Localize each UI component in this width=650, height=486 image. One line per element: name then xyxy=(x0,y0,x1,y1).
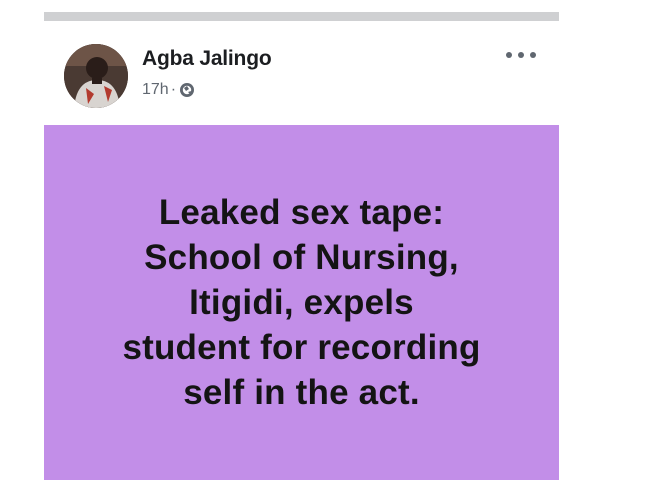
more-options-icon[interactable] xyxy=(506,47,536,63)
feed-divider xyxy=(44,12,559,21)
banner-line: Leaked sex tape: xyxy=(158,193,445,232)
banner-line: student for recording xyxy=(122,328,481,367)
post-meta: 17h · xyxy=(142,81,195,99)
screen: Agba Jalingo 17h · Leaked sex tape: Scho xyxy=(0,0,650,486)
banner-line: self in the act. xyxy=(183,373,420,412)
text-post-banner[interactable]: Leaked sex tape: School of Nursing, Itig… xyxy=(44,125,559,480)
meta-separator: · xyxy=(170,81,177,98)
more-dot xyxy=(518,52,524,58)
banner-line: Itigidi, expels xyxy=(189,283,414,322)
more-dot xyxy=(506,52,512,58)
banner-line: School of Nursing, xyxy=(144,238,459,277)
facebook-post: Agba Jalingo 17h · Leaked sex tape: Scho xyxy=(44,21,559,486)
banner-text: Leaked sex tape: School of Nursing, Itig… xyxy=(52,190,552,415)
more-dot xyxy=(530,52,536,58)
avatar[interactable] xyxy=(64,44,128,108)
globe-icon[interactable] xyxy=(179,82,195,98)
author-name[interactable]: Agba Jalingo xyxy=(142,47,272,71)
post-timestamp[interactable]: 17h xyxy=(142,81,169,99)
